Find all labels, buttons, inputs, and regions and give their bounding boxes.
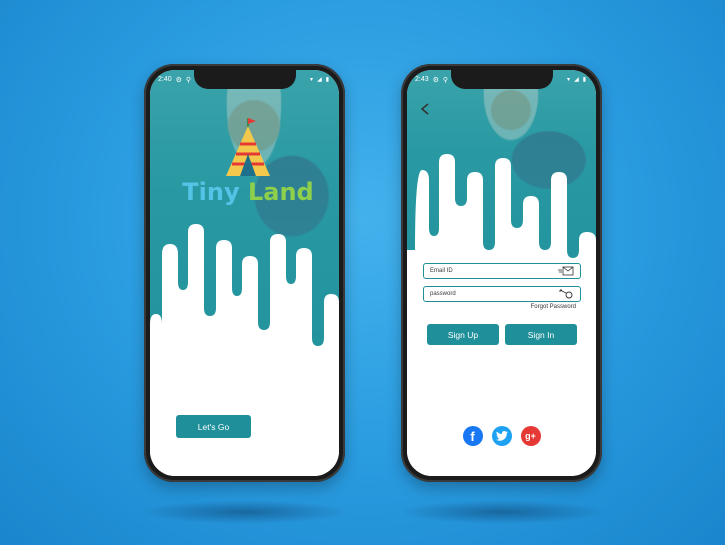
right-phone-shadow xyxy=(397,500,607,524)
status-time: 2:40 xyxy=(158,76,172,83)
login-phone: 2:43 ⚙ ⚲ ▾ ◢ ▮ Email ID password Forgot … xyxy=(401,64,602,482)
splash-screen: 2:40 ⚙ ⚲ ▾ ◢ ▮ Tiny Land Let's Go xyxy=(150,70,339,476)
twitter-icon[interactable] xyxy=(491,426,512,446)
settings-icon: ⚙ xyxy=(175,76,182,84)
sign-up-button[interactable]: Sign Up xyxy=(427,324,499,345)
signal-icon: ◢ xyxy=(574,77,579,83)
battery-icon: ▮ xyxy=(582,77,586,83)
location-icon: ⚲ xyxy=(185,76,192,84)
logo-word-land: Land xyxy=(247,178,314,206)
google-plus-icon[interactable]: g+ xyxy=(520,426,541,446)
signal-icon: ◢ xyxy=(317,77,322,83)
login-screen: 2:43 ⚙ ⚲ ▾ ◢ ▮ Email ID password Forgot … xyxy=(407,70,596,476)
lets-go-button[interactable]: Let's Go xyxy=(176,415,251,438)
tiny-land-logo: Tiny Land xyxy=(178,114,318,214)
battery-icon: ▮ xyxy=(325,77,329,83)
google-plus-glyph: g+ xyxy=(525,431,536,441)
location-icon: ⚲ xyxy=(442,76,449,84)
email-field[interactable]: Email ID xyxy=(423,263,581,279)
key-icon xyxy=(559,289,573,299)
social-login: f g+ xyxy=(407,426,596,446)
logo-word-tiny: Tiny xyxy=(182,178,240,206)
twitter-bird-icon xyxy=(495,431,508,441)
splash-phone: 2:40 ⚙ ⚲ ▾ ◢ ▮ Tiny Land Let's Go xyxy=(144,64,345,482)
status-time: 2:43 xyxy=(415,76,429,83)
wifi-icon: ▾ xyxy=(567,77,571,83)
forgot-password-link[interactable]: Forgot Password xyxy=(531,304,576,310)
notch xyxy=(450,70,553,89)
email-placeholder: Email ID xyxy=(430,268,453,274)
facebook-icon[interactable]: f xyxy=(462,426,483,446)
back-arrow-icon[interactable] xyxy=(419,102,433,116)
password-field[interactable]: password xyxy=(423,286,581,302)
password-placeholder: password xyxy=(430,291,456,297)
email-icon xyxy=(558,266,574,276)
facebook-glyph: f xyxy=(470,428,475,444)
logo-text: Tiny Land xyxy=(178,180,318,204)
settings-icon: ⚙ xyxy=(432,76,439,84)
sign-in-button[interactable]: Sign In xyxy=(505,324,577,345)
left-phone-shadow xyxy=(140,500,350,524)
tent-icon xyxy=(226,118,270,176)
notch xyxy=(193,70,296,89)
wifi-icon: ▾ xyxy=(310,77,314,83)
